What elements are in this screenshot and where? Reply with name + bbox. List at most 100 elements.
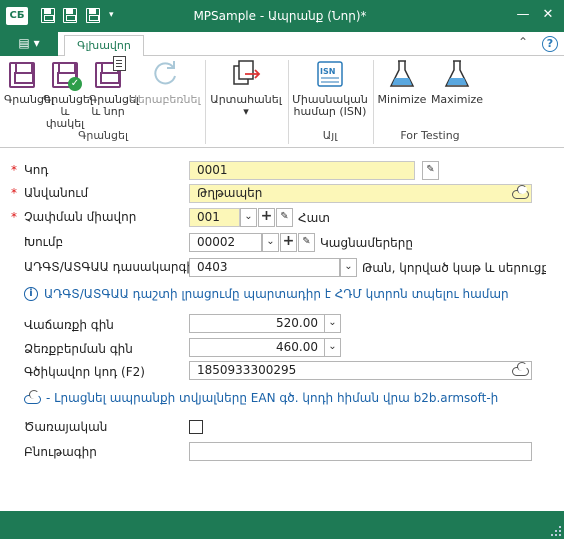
group-input[interactable]: 00002 (189, 233, 262, 252)
collapse-ribbon-icon[interactable]: ⌃ (518, 35, 528, 49)
pencil-icon: ✎ (280, 211, 289, 222)
minimize-label: Minimize (377, 93, 427, 106)
minimize-window-button[interactable]: — (514, 6, 532, 24)
status-bar (0, 511, 564, 539)
generate-code-button[interactable]: ✎ (422, 161, 439, 180)
refresh-button[interactable]: Վերաբեռնել (128, 58, 202, 106)
quick-save-button[interactable] (40, 7, 56, 24)
refresh-label: Վերաբեռնել (129, 93, 201, 106)
app-logo: СБ (6, 7, 28, 25)
flask-icon (442, 58, 472, 90)
tab-main[interactable]: Գլխավոր (64, 35, 144, 57)
adgs-label: ԱԴԳՏ/ԱՏԳԱԱ դասակարգիչ (24, 260, 199, 274)
quick-save-new-button[interactable] (85, 7, 101, 24)
save-new-icon (93, 56, 126, 90)
chevron-down-icon: ▾ (33, 36, 40, 50)
menu-icon: ▤ (18, 36, 30, 50)
sale-price-label: Վաճառքի գին (24, 318, 114, 332)
pencil-icon: ✎ (302, 236, 311, 247)
save-close-icon: ✓ (50, 58, 82, 91)
required-marker: * (11, 186, 17, 200)
purchase-price-dropdown-button[interactable]: ⌄ (324, 338, 341, 357)
description-input[interactable] (189, 442, 532, 461)
barcode-label: Գծիկավոր կոդ (F2) (24, 365, 145, 379)
unit-dropdown-button[interactable]: ⌄ (240, 208, 257, 227)
ribbon-tab-bar: ▤ ▾ Գլխավոր ⌃ ? (0, 32, 564, 57)
code-label: Կոդ (24, 163, 49, 177)
ribbon-separator (373, 60, 374, 144)
cloud-icon (24, 390, 41, 404)
maximize-button[interactable]: Maximize (430, 58, 484, 106)
plus-icon: + (260, 208, 273, 224)
flask-icon (387, 58, 417, 90)
unit-label: Չափման միավոր (24, 210, 137, 224)
save-icon (7, 58, 37, 90)
group-label-testing: For Testing (400, 129, 460, 142)
item-form: * Կոդ 0001 ✎ * Անվանում Թղթապեր * Չափման… (0, 148, 564, 511)
chevron-down-icon: ⌄ (266, 236, 275, 247)
sale-price-dropdown-button[interactable]: ⌄ (324, 314, 341, 333)
close-window-button[interactable]: ✕ (539, 6, 557, 24)
window-title: MPSample - Ապրանք (Նոր)* (193, 9, 367, 23)
ean-fill-link[interactable]: - Լրացնել ապրանքի տվյալները EAN գծ. կոդի… (24, 390, 499, 405)
unit-input[interactable]: 001 (189, 208, 240, 227)
adgs-info-text: ԱԴԳՏ/ԱՏԳԱԱ դաշտի լրացումը պարտադիր է ՀԴՄ… (44, 287, 509, 301)
required-marker: * (11, 163, 17, 177)
export-icon (231, 58, 261, 90)
chevron-down-icon: ⌄ (328, 317, 337, 328)
purchase-price-input[interactable]: 460.00 (189, 338, 341, 357)
group-label: Խումբ (24, 235, 64, 249)
resize-grip-icon[interactable] (551, 526, 561, 536)
group-edit-button[interactable]: ✎ (298, 233, 315, 252)
group-label-save: Գրանցել (78, 129, 128, 142)
save-new-icon (86, 8, 100, 23)
magic-wand-icon: ✎ (426, 164, 435, 175)
cloud-icon[interactable] (512, 185, 529, 199)
save-icon (41, 8, 55, 23)
service-label: Ծառայական (24, 420, 108, 434)
quick-access-dropdown[interactable]: ▾ (109, 10, 114, 20)
adgs-info-message: i ԱԴԳՏ/ԱՏԳԱԱ դաշտի լրացումը պարտադիր է Հ… (24, 287, 509, 301)
save-label: Գրանցել (4, 93, 54, 106)
save-close-label-1: Գրանցել և (43, 93, 93, 118)
isn-icon: ISN (315, 58, 345, 90)
group-dropdown-button[interactable]: ⌄ (262, 233, 279, 252)
quick-save-close-button[interactable] (62, 7, 78, 24)
file-menu-button[interactable]: ▤ ▾ (0, 32, 58, 56)
title-bar: СБ ▾ MPSample - Ապրանք (Նոր)* — ✕ (0, 0, 564, 32)
chevron-down-icon: ▾ (243, 105, 249, 118)
description-label: Բնութագիր (24, 445, 97, 459)
maximize-label: Maximize (430, 93, 484, 106)
unit-add-button[interactable]: + (258, 208, 275, 227)
adgs-input[interactable]: 0403 (189, 258, 340, 277)
code-input[interactable]: 0001 (189, 161, 415, 180)
save-button[interactable]: Գրանցել (4, 58, 54, 106)
group-name: Կացնամերերը (320, 236, 413, 250)
help-icon[interactable]: ? (542, 36, 558, 52)
isn-label-2: համար (ISN) (293, 105, 367, 118)
unit-edit-button[interactable]: ✎ (276, 208, 293, 227)
group-add-button[interactable]: + (280, 233, 297, 252)
ribbon: Գրանցել ✓ Գրանցել և փակել Գրանցել և նոր … (0, 56, 564, 148)
name-label: Անվանում (24, 186, 89, 200)
ribbon-separator (205, 60, 206, 144)
chevron-down-icon: ⌄ (244, 211, 253, 222)
plus-icon: + (282, 233, 295, 249)
cloud-icon[interactable] (512, 362, 529, 376)
barcode-input[interactable]: 1850933300295 (189, 361, 532, 380)
service-checkbox[interactable] (189, 420, 203, 434)
group-label-other: Այլ (322, 129, 338, 142)
refresh-icon (150, 58, 180, 90)
isn-button[interactable]: ISN Միասնական համար (ISN) (290, 58, 370, 118)
save-new-button[interactable]: Գրանցել և նոր (89, 56, 139, 118)
ribbon-separator (288, 60, 289, 144)
unit-name: Հատ (298, 211, 330, 225)
ean-fill-text: - Լրացնել ապրանքի տվյալները EAN գծ. կոդի… (46, 391, 499, 405)
save-close-button[interactable]: ✓ Գրանցել և փակել (43, 58, 93, 130)
export-button[interactable]: Արտահանել ▾ (207, 58, 285, 118)
name-input[interactable]: Թղթապեր (189, 184, 532, 203)
minimize-button[interactable]: Minimize (376, 58, 428, 106)
adgs-dropdown-button[interactable]: ⌄ (340, 258, 357, 277)
save-new-label-2: և նոր (91, 105, 125, 118)
sale-price-input[interactable]: 520.00 (189, 314, 341, 333)
